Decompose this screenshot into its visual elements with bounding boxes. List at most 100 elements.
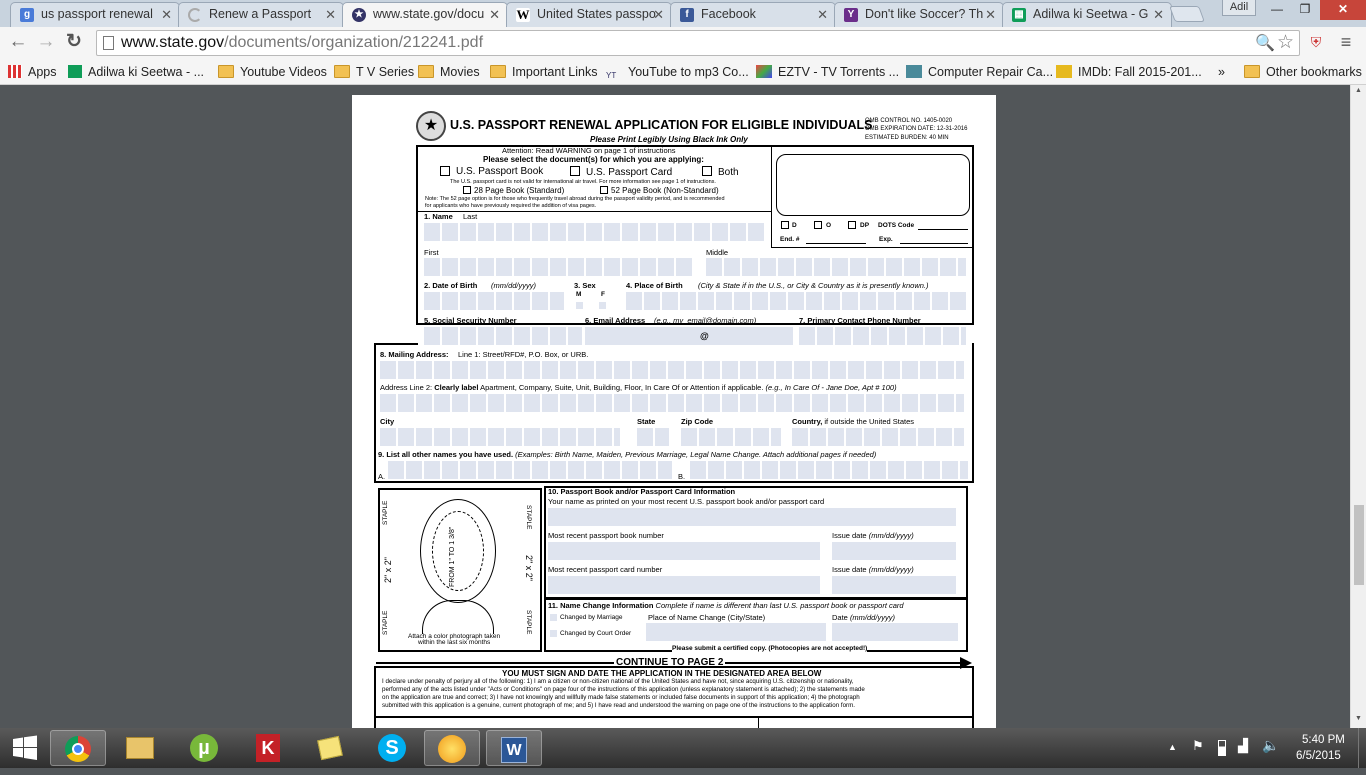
passport-name-input[interactable] bbox=[548, 508, 956, 526]
tab-sheets[interactable]: ▦ Adilwa ki Seetwa - G ✕ bbox=[1002, 2, 1172, 27]
ssn-input[interactable] bbox=[424, 327, 582, 345]
bookmark-folder-movies[interactable]: Movies bbox=[418, 62, 480, 82]
bookmark-apps[interactable]: Apps bbox=[8, 62, 57, 82]
both-checkbox[interactable] bbox=[702, 166, 712, 176]
bookmark-star-icon[interactable]: ☆ bbox=[1277, 31, 1294, 54]
scroll-down-icon[interactable]: ▼ bbox=[1355, 715, 1362, 722]
scroll-up-icon[interactable]: ▲ bbox=[1355, 87, 1362, 94]
d-checkbox[interactable] bbox=[781, 221, 789, 229]
more-bookmarks-button[interactable]: » bbox=[1218, 62, 1225, 82]
pdf-viewer[interactable]: ★ U.S. PASSPORT RENEWAL APPLICATION FOR … bbox=[0, 85, 1350, 728]
chrome-taskbar-button[interactable] bbox=[50, 730, 106, 766]
book-number-input[interactable] bbox=[548, 542, 820, 560]
back-button[interactable]: ← bbox=[6, 31, 30, 55]
menu-icon[interactable]: ≡ bbox=[1336, 31, 1356, 53]
city-input[interactable] bbox=[380, 428, 620, 446]
skype-button[interactable]: S bbox=[364, 730, 420, 766]
bookmark-youtube-mp3[interactable]: YT YouTube to mp3 Co... bbox=[606, 62, 749, 82]
middle-name-input[interactable] bbox=[706, 258, 966, 276]
tab-wikipedia[interactable]: W United States passpo ✕ bbox=[506, 2, 672, 27]
show-hidden-icons[interactable]: ▲ bbox=[1168, 742, 1177, 752]
bookmark-other[interactable]: Other bookmarks bbox=[1244, 62, 1362, 82]
other-name-b-input[interactable] bbox=[690, 461, 968, 479]
show-desktop-button[interactable] bbox=[1358, 728, 1366, 768]
url-text[interactable]: www.state.gov/documents/organization/212… bbox=[121, 34, 483, 52]
address-line1-input[interactable] bbox=[380, 361, 964, 379]
book-issue-date-input[interactable] bbox=[832, 542, 956, 560]
name-change-date-input[interactable] bbox=[832, 623, 958, 641]
bookmark-folder-youtube[interactable]: Youtube Videos bbox=[218, 62, 327, 82]
media-player-button[interactable] bbox=[424, 730, 480, 766]
passport-card-checkbox[interactable] bbox=[570, 166, 580, 176]
bookmark-imdb[interactable]: IMDb: Fall 2015-201... bbox=[1056, 62, 1202, 82]
sticky-notes-button[interactable] bbox=[302, 730, 358, 766]
new-tab-button[interactable] bbox=[1169, 6, 1205, 22]
clock-date[interactable]: 6/5/2015 bbox=[1296, 750, 1341, 762]
phone-input[interactable] bbox=[799, 327, 966, 345]
option-label: 28 Page Book (Standard) bbox=[474, 186, 565, 195]
profile-button[interactable]: Adil bbox=[1222, 0, 1256, 16]
flag-icon[interactable]: ⚑ bbox=[1192, 738, 1204, 754]
close-tab-icon[interactable]: ✕ bbox=[1153, 3, 1164, 26]
email-input[interactable] bbox=[585, 327, 793, 345]
52-page-checkbox[interactable] bbox=[600, 186, 608, 194]
close-window-button[interactable]: ✕ bbox=[1320, 0, 1366, 20]
place-of-birth-input[interactable] bbox=[626, 292, 966, 310]
passport-book-checkbox[interactable] bbox=[440, 166, 450, 176]
card-issue-date-input[interactable] bbox=[832, 576, 956, 594]
o-checkbox[interactable] bbox=[814, 221, 822, 229]
tab-state-gov[interactable]: ★ www.state.gov/docu ✕ bbox=[342, 2, 508, 28]
close-tab-icon[interactable]: ✕ bbox=[161, 3, 172, 26]
dob-input[interactable] bbox=[424, 292, 564, 310]
court-order-checkbox[interactable] bbox=[550, 630, 557, 637]
last-name-input[interactable] bbox=[424, 223, 766, 241]
label: D bbox=[792, 222, 797, 229]
dp-checkbox[interactable] bbox=[848, 221, 856, 229]
reload-button[interactable]: ↻ bbox=[62, 31, 86, 55]
tab-facebook[interactable]: f Facebook ✕ bbox=[670, 2, 836, 27]
zip-input[interactable] bbox=[681, 428, 781, 446]
address-line2-input[interactable] bbox=[380, 394, 964, 412]
scrollbar-thumb[interactable] bbox=[1354, 505, 1364, 585]
forward-button[interactable]: → bbox=[34, 31, 58, 55]
other-name-a-input[interactable] bbox=[388, 461, 672, 479]
restore-button[interactable]: ❐ bbox=[1292, 0, 1318, 20]
close-tab-icon[interactable]: ✕ bbox=[985, 3, 996, 26]
volume-icon[interactable]: 🔈 bbox=[1262, 737, 1279, 754]
country-input[interactable] bbox=[792, 428, 964, 446]
tab-passport-search[interactable]: g us passport renewal ✕ bbox=[10, 2, 180, 27]
bookmark-eztv[interactable]: EZTV - TV Torrents ... bbox=[756, 62, 899, 82]
attach-note: within the last six months bbox=[418, 639, 491, 646]
bookmark-folder-tv[interactable]: T V Series bbox=[334, 62, 414, 82]
extension-icon[interactable]: ⛨ bbox=[1306, 31, 1326, 53]
tab-renew-passport[interactable]: Renew a Passport ✕ bbox=[178, 2, 344, 27]
minimize-button[interactable]: — bbox=[1262, 0, 1292, 20]
sex-m-checkbox[interactable] bbox=[576, 302, 583, 309]
close-tab-icon[interactable]: ✕ bbox=[325, 3, 336, 26]
file-explorer-button[interactable] bbox=[112, 730, 168, 766]
word-button[interactable]: W bbox=[486, 730, 542, 766]
bookmark-computer-repair[interactable]: Computer Repair Ca... bbox=[906, 62, 1053, 82]
bookmark-folder-links[interactable]: Important Links bbox=[490, 62, 597, 82]
utorrent-button[interactable]: µ bbox=[176, 730, 232, 766]
tab-yahoo[interactable]: Y Don't like Soccer? Th ✕ bbox=[834, 2, 1004, 27]
sex-f-checkbox[interactable] bbox=[599, 302, 606, 309]
signal-icon[interactable]: ▟ bbox=[1238, 738, 1248, 754]
first-name-input[interactable] bbox=[424, 258, 694, 276]
bookmark-sheets[interactable]: Adilwa ki Seetwa - ... bbox=[68, 62, 204, 82]
close-tab-icon[interactable]: ✕ bbox=[489, 3, 500, 26]
address-bar[interactable]: www.state.gov/documents/organization/212… bbox=[96, 30, 1300, 56]
start-button[interactable] bbox=[0, 730, 50, 766]
card-number-input[interactable] bbox=[548, 576, 820, 594]
28-page-checkbox[interactable] bbox=[463, 186, 471, 194]
close-tab-icon[interactable]: ✕ bbox=[817, 3, 828, 26]
state-input[interactable] bbox=[637, 428, 669, 446]
vertical-scrollbar[interactable]: ▲ ▼ bbox=[1350, 85, 1366, 728]
clock-time[interactable]: 5:40 PM bbox=[1302, 734, 1345, 746]
name-change-place-input[interactable] bbox=[646, 623, 826, 641]
marriage-checkbox[interactable] bbox=[550, 614, 557, 621]
zoom-icon[interactable]: 🔍 bbox=[1255, 33, 1275, 53]
battery-icon[interactable] bbox=[1218, 740, 1226, 756]
kaspersky-button[interactable]: K bbox=[240, 730, 296, 766]
close-tab-icon[interactable]: ✕ bbox=[653, 3, 664, 26]
